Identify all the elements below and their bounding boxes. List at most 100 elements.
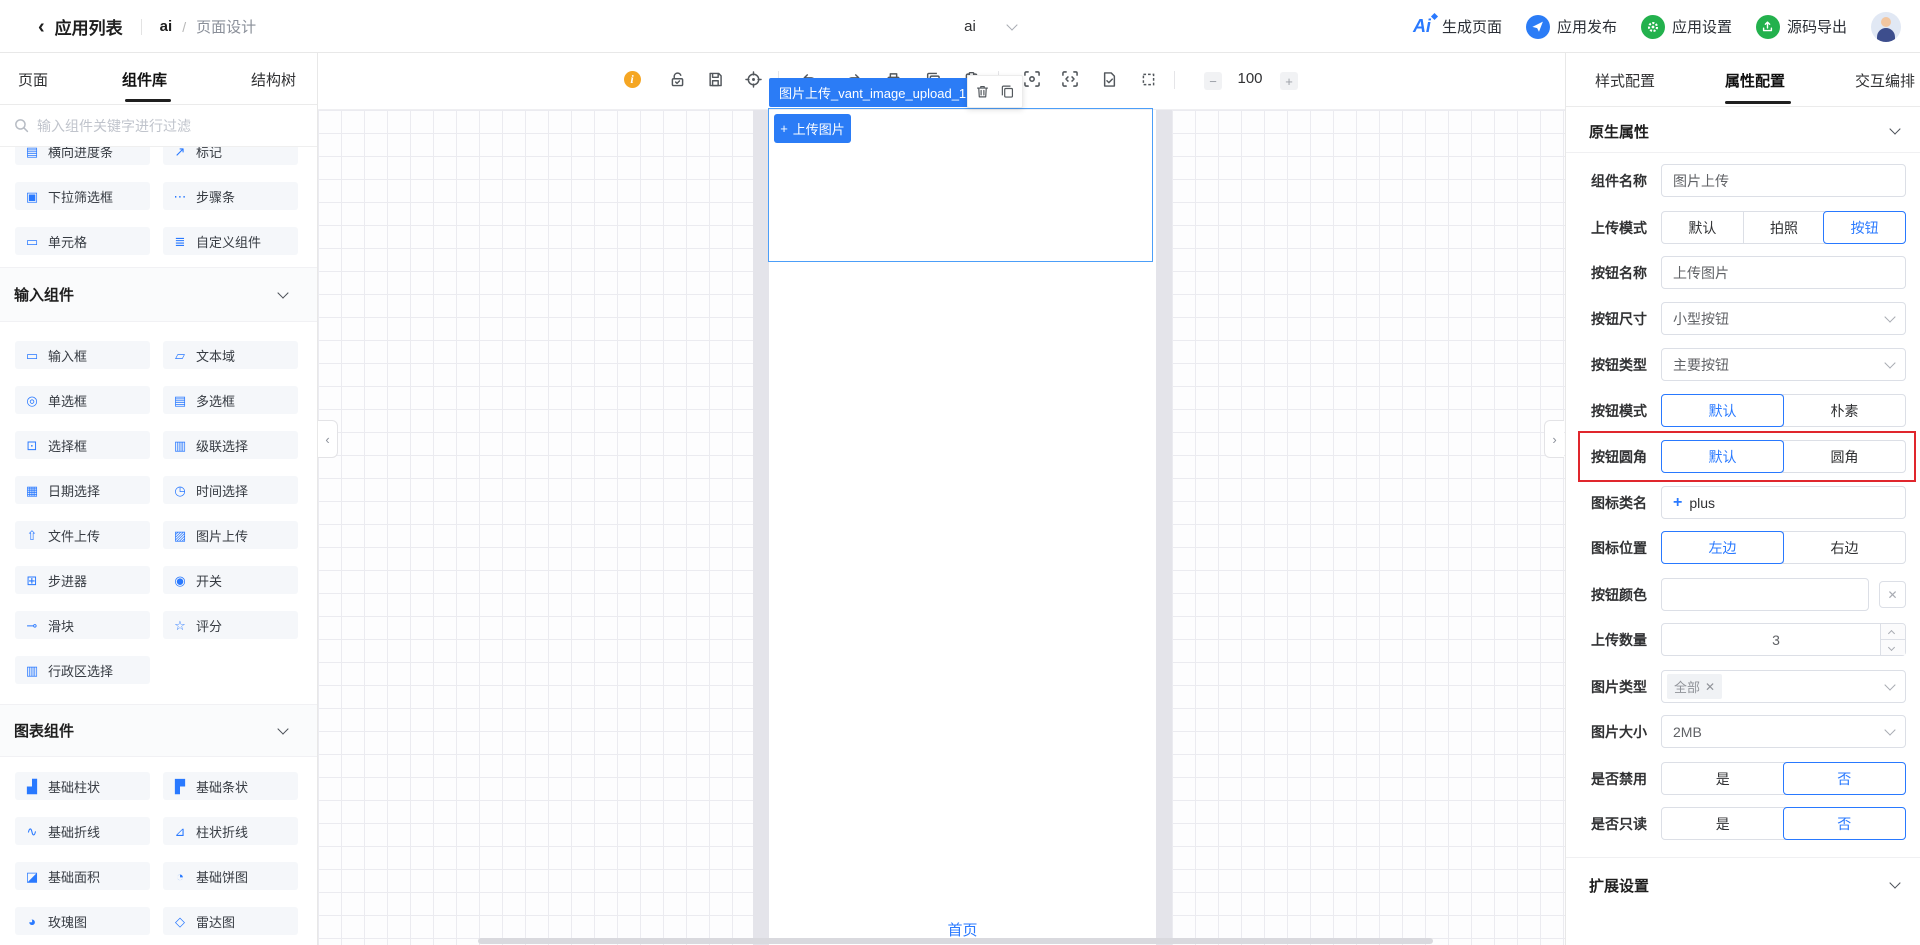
component-item[interactable]: ◷ 时间选择 <box>163 476 298 504</box>
tab-style-config[interactable]: 样式配置 <box>1595 53 1655 107</box>
segment-option-camera[interactable]: 拍照 <box>1742 212 1825 243</box>
component-item[interactable]: ▦ 日期选择 <box>15 476 150 504</box>
component-item[interactable]: ▤ 多选框 <box>163 386 298 414</box>
component-item[interactable]: ▭ 输入框 <box>15 341 150 369</box>
component-item[interactable]: ◇ 雷达图 <box>163 907 298 935</box>
component-item[interactable]: ▛ 基础条状 <box>163 772 298 800</box>
native-props-section[interactable]: 原生属性 <box>1566 111 1920 151</box>
button-size-select[interactable]: 小型按钮 <box>1661 302 1906 335</box>
tab-structure-tree[interactable]: 结构树 <box>251 53 296 105</box>
component-item[interactable]: ▤ 横向进度条 <box>15 147 150 165</box>
segment-option-button[interactable]: 按钮 <box>1823 211 1907 244</box>
clear-color-button[interactable]: ✕ <box>1879 581 1906 608</box>
component-item[interactable]: ◪ 基础面积 <box>15 862 150 890</box>
component-item[interactable]: ▟ 基础柱状 <box>15 772 150 800</box>
component-name-input[interactable]: 图片上传 <box>1661 164 1906 197</box>
trash-icon[interactable] <box>975 84 990 99</box>
segment-option-default[interactable]: 默认 <box>1661 394 1784 427</box>
unlock-icon[interactable] <box>665 67 689 91</box>
button-type-select[interactable]: 主要按钮 <box>1661 348 1906 381</box>
segment-option-no[interactable]: 否 <box>1782 807 1906 840</box>
component-item[interactable]: ⇧ 文件上传 <box>15 521 150 549</box>
component-item[interactable]: ∿ 基础折线 <box>15 817 150 845</box>
field-label: 是否禁用 <box>1591 770 1647 787</box>
breadcrumb-app[interactable]: ai <box>160 18 173 35</box>
component-item[interactable]: ▥ 级联选择 <box>163 431 298 459</box>
tab-property-config[interactable]: 属性配置 <box>1725 53 1785 107</box>
component-item[interactable]: ◔ 基础饼图 <box>163 862 298 890</box>
ai-generate-button[interactable]: Ai 生成页面 <box>1413 12 1502 37</box>
doc-check-icon[interactable] <box>1097 67 1121 91</box>
input-value: plus <box>1689 494 1716 511</box>
component-item[interactable]: ⋯ 步骤条 <box>163 182 298 210</box>
image-size-select[interactable]: 2MB <box>1661 715 1906 748</box>
section-input-components[interactable]: 输入组件 <box>0 267 317 322</box>
segment-option-default[interactable]: 默认 <box>1661 440 1784 473</box>
avatar[interactable] <box>1871 11 1901 42</box>
bottom-page-tab[interactable]: 首页 <box>769 919 1156 940</box>
component-item[interactable]: ◕ 玫瑰图 <box>15 907 150 935</box>
component-item-label: 柱状折线 <box>196 824 249 840</box>
segment-option-round[interactable]: 圆角 <box>1783 441 1905 472</box>
active-tab-underline <box>1725 101 1791 104</box>
tab-interaction-config[interactable]: 交互编排 <box>1855 53 1915 107</box>
segment-option-left[interactable]: 左边 <box>1661 531 1784 564</box>
segment-option-plain[interactable]: 朴素 <box>1783 395 1905 426</box>
collapse-right-handle[interactable]: › <box>1544 420 1564 458</box>
extend-settings-section[interactable]: 扩展设置 <box>1566 865 1920 905</box>
component-item[interactable]: ▣ 下拉筛选框 <box>15 182 150 210</box>
tab-pages[interactable]: 页面 <box>18 53 48 105</box>
settings-button[interactable]: 应用设置 <box>1640 14 1732 39</box>
canvas-upload-image-button[interactable]: + 上传图片 <box>774 114 851 143</box>
image-type-select[interactable]: 全部 ✕ <box>1661 670 1906 703</box>
rate-icon: ☆ <box>174 617 186 633</box>
component-item[interactable]: ◎ 单选框 <box>15 386 150 414</box>
stepper-buttons <box>1880 624 1905 655</box>
upload-count-stepper[interactable]: 3 <box>1661 623 1906 656</box>
button-color-input[interactable] <box>1661 578 1869 611</box>
frame-icon[interactable] <box>1136 67 1160 91</box>
component-item[interactable]: ▭ 单元格 <box>15 227 150 255</box>
preview-icon[interactable] <box>1020 67 1044 91</box>
decrement-button[interactable] <box>1881 640 1905 655</box>
component-item[interactable]: ▱ 文本域 <box>163 341 298 369</box>
back-icon[interactable]: ‹ <box>38 17 45 37</box>
icon-class-input[interactable]: + plus <box>1661 486 1906 519</box>
duplicate-icon[interactable] <box>1000 84 1015 99</box>
section-title: 输入组件 <box>14 287 75 304</box>
search-input[interactable] <box>37 117 303 134</box>
segment-option-yes[interactable]: 是 <box>1662 808 1784 839</box>
collapse-left-handle[interactable]: ‹ <box>318 420 338 458</box>
component-item[interactable]: ⊿ 柱状折线 <box>163 817 298 845</box>
component-item[interactable]: ↗ 标记 <box>163 147 298 165</box>
zoom-out-button[interactable]: − <box>1204 72 1222 90</box>
page-selector[interactable]: ai <box>930 0 1050 53</box>
publish-button[interactable]: 应用发布 <box>1525 14 1617 39</box>
code-view-icon[interactable] <box>1058 67 1082 91</box>
component-item[interactable]: ≣ 自定义组件 <box>163 227 298 255</box>
horizontal-scrollbar[interactable] <box>478 938 1433 944</box>
increment-button[interactable] <box>1881 624 1905 640</box>
component-item[interactable]: ⊞ 步进器 <box>15 566 150 594</box>
component-item[interactable]: ⊸ 滑块 <box>15 611 150 639</box>
component-item[interactable]: ⊡ 选择框 <box>15 431 150 459</box>
component-item-label: 基础面积 <box>48 869 101 885</box>
zoom-in-button[interactable]: + <box>1280 72 1298 90</box>
section-chart-components[interactable]: 图表组件 <box>0 704 317 757</box>
crosshair-icon[interactable] <box>741 67 765 91</box>
button-name-input[interactable]: 上传图片 <box>1661 256 1906 289</box>
segment-option-no[interactable]: 否 <box>1782 762 1906 795</box>
segment-option-yes[interactable]: 是 <box>1662 763 1784 794</box>
remove-tag-icon[interactable]: ✕ <box>1705 680 1715 694</box>
component-item[interactable]: ▨ 图片上传 <box>163 521 298 549</box>
info-icon[interactable]: i <box>620 67 644 91</box>
save-icon[interactable] <box>703 67 727 91</box>
tab-component-library[interactable]: 组件库 <box>122 53 167 105</box>
export-button[interactable]: 源码导出 <box>1755 14 1847 39</box>
segment-option-right[interactable]: 右边 <box>1783 532 1905 563</box>
segment-option-default[interactable]: 默认 <box>1662 212 1743 243</box>
component-item[interactable]: ☆ 评分 <box>163 611 298 639</box>
component-item[interactable]: ◉ 开关 <box>163 566 298 594</box>
component-item[interactable]: ▥ 行政区选择 <box>15 656 150 684</box>
back-button[interactable]: 应用列表 <box>55 14 123 39</box>
